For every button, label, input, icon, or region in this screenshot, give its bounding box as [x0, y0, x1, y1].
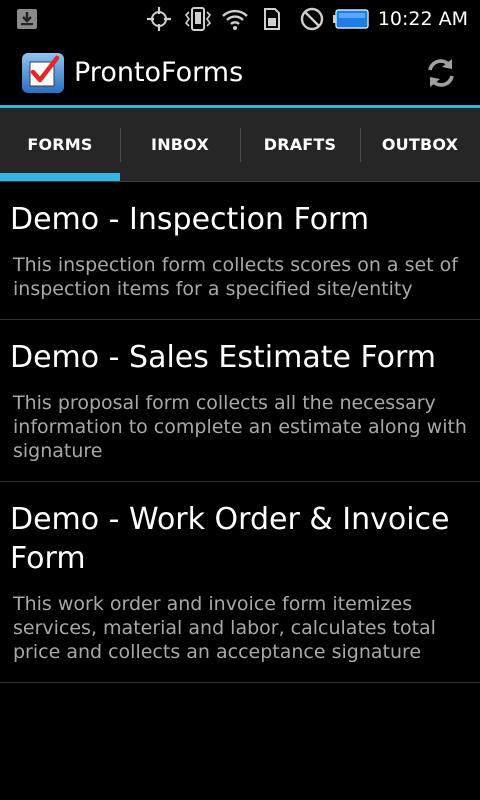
battery-icon [332, 0, 370, 38]
vibrate-icon [182, 0, 214, 38]
no-signal-icon [298, 0, 326, 38]
tab-drafts[interactable]: DRAFTS [240, 108, 360, 181]
checkbox-logo-icon [21, 52, 65, 94]
form-description: This work order and invoice form itemize… [13, 593, 436, 663]
form-title: Demo - Work Order & Invoice Form [10, 502, 450, 576]
form-list: Demo - Inspection Form This inspection f… [0, 182, 480, 683]
wifi-icon [220, 0, 250, 38]
list-item[interactable]: Demo - Work Order & Invoice Form This wo… [0, 482, 480, 683]
tab-inbox[interactable]: INBOX [120, 108, 240, 181]
status-bar: 10:22 AM [0, 0, 480, 38]
gps-icon [144, 0, 174, 38]
form-title: Demo - Inspection Form [10, 202, 370, 237]
download-icon [14, 0, 40, 38]
refresh-button[interactable] [422, 54, 460, 92]
form-description: This proposal form collects all the nece… [13, 392, 467, 462]
tab-bar: FORMS INBOX DRAFTS OUTBOX [0, 108, 480, 182]
app-title: ProntoForms [74, 57, 244, 88]
tab-forms[interactable]: FORMS [0, 108, 120, 181]
action-bar: ProntoForms [0, 38, 480, 108]
status-time: 10:22 AM [377, 8, 468, 30]
list-item[interactable]: Demo - Sales Estimate Form This proposal… [0, 320, 480, 482]
tab-outbox[interactable]: OUTBOX [360, 108, 480, 181]
form-description: This inspection form collects scores on … [13, 254, 458, 300]
refresh-icon [428, 59, 454, 87]
list-item[interactable]: Demo - Inspection Form This inspection f… [0, 182, 480, 320]
sim-icon [260, 0, 284, 38]
form-title: Demo - Sales Estimate Form [10, 340, 437, 375]
